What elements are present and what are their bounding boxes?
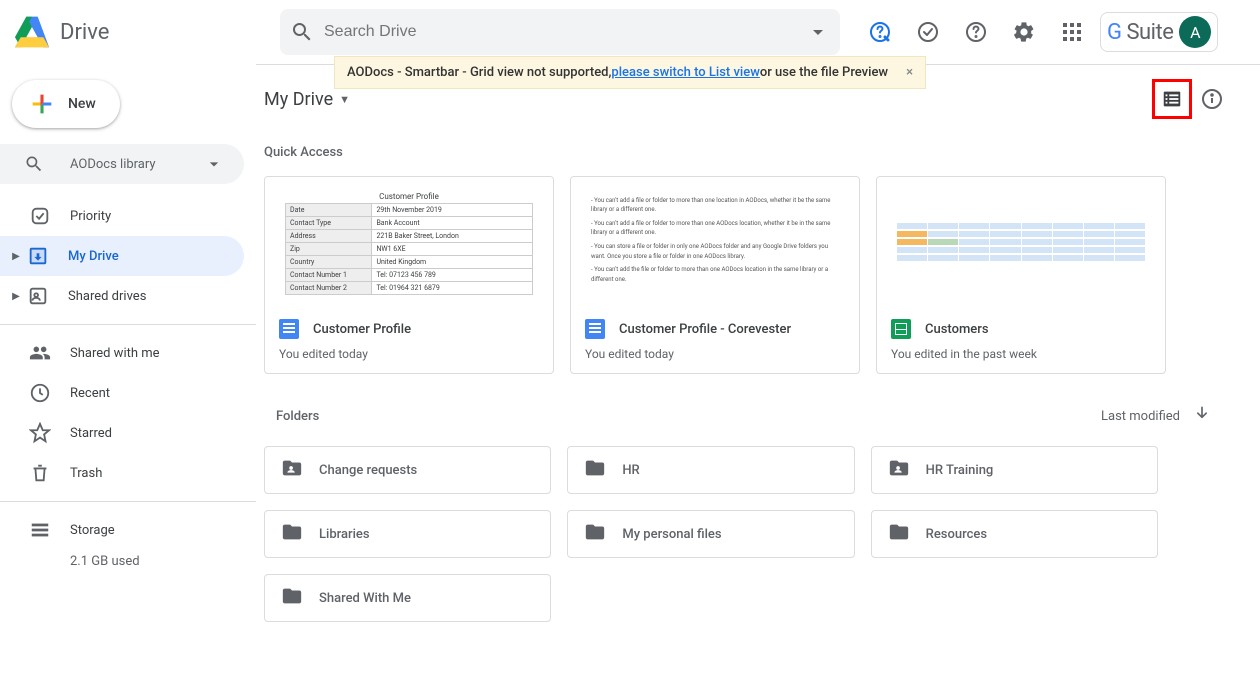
sheets-icon [891,319,911,339]
folder-card[interactable]: HR [567,446,854,494]
sidebar-item-storage[interactable]: Storage [0,510,244,550]
quick-access-card[interactable]: - You can't add a file or folder to more… [570,176,860,374]
trash-icon [28,461,52,485]
folder-icon [584,457,606,483]
folder-card[interactable]: Resources [871,510,1158,558]
storage-icon [28,518,52,542]
thumbnail [877,177,1165,307]
folder-card[interactable]: My personal files [567,510,854,558]
sidebar-item-starred[interactable]: Starred [0,413,244,453]
people-icon [28,341,52,365]
folder-icon [281,521,303,547]
star-icon [28,421,52,445]
folder-name: Shared With Me [319,591,411,606]
quick-access-card[interactable]: Customer ProfileDate29th November 2019Co… [264,176,554,374]
settings-icon[interactable] [1004,12,1044,52]
search-icon [24,154,44,174]
support-icon[interactable] [860,12,900,52]
offline-ready-icon[interactable] [908,12,948,52]
sort-button[interactable]: Last modified [1101,409,1180,424]
sidebar-item-label: Shared drives [68,289,146,304]
folder-icon [281,457,303,483]
folder-name: HR Training [926,463,994,478]
folder-name: HR [622,463,639,478]
new-button[interactable]: New [12,80,120,128]
library-filter[interactable]: AODocs library [0,144,244,184]
logo-text: Drive [60,20,109,45]
folder-name: My personal files [622,527,721,542]
sidebar-item-label: Priority [70,209,111,224]
search-bar[interactable] [280,9,840,55]
sidebar-item-label: Recent [70,386,110,401]
folder-icon [888,457,910,483]
chevron-right-icon[interactable]: ▶ [8,291,24,302]
folder-card[interactable]: Libraries [264,510,551,558]
notice-prefix: AODocs - Smartbar - Grid view not suppor… [347,65,611,80]
clock-icon [28,381,52,405]
search-icon [290,20,314,44]
shareddrives-icon [26,284,50,308]
search-input[interactable] [324,23,806,41]
folder-icon [584,521,606,547]
docs-icon [279,319,299,339]
storage-used: 2.1 GB used [0,554,256,569]
sidebar-item-sharedwithme[interactable]: Shared with me [0,333,244,373]
sidebar-item-mydrive[interactable]: ▶ My Drive [0,236,244,276]
apps-icon[interactable] [1052,12,1092,52]
library-filter-label: AODocs library [70,157,204,172]
mydrive-icon [26,244,50,268]
gsuite-text: G Suite [1107,20,1173,45]
dropdown-icon: ▼ [339,93,350,106]
folder-card[interactable]: Shared With Me [264,574,551,622]
sidebar-item-priority[interactable]: Priority [0,196,244,236]
docs-icon [585,319,605,339]
sidebar-item-label: Storage [70,523,115,538]
quick-access-title: Quick Access [256,133,1244,176]
sidebar-item-recent[interactable]: Recent [0,373,244,413]
file-title: Customers [925,322,989,337]
folder-name: Resources [926,527,987,542]
sidebar-item-label: My Drive [68,249,119,264]
sidebar-item-trash[interactable]: Trash [0,453,244,493]
dropdown-icon[interactable] [204,154,224,174]
file-title: Customer Profile [313,322,411,337]
chevron-right-icon[interactable]: ▶ [8,251,24,262]
list-view-button[interactable] [1152,79,1192,119]
plus-icon [28,90,56,118]
avatar[interactable]: A [1179,16,1211,48]
folder-name: Libraries [319,527,370,542]
help-icon[interactable] [956,12,996,52]
quick-access-card[interactable]: Customers You edited in the past week [876,176,1166,374]
new-button-label: New [68,96,96,112]
breadcrumb-label: My Drive [264,89,333,110]
notice-link[interactable]: please switch to List view [611,65,759,80]
breadcrumb[interactable]: My Drive ▼ [264,89,350,110]
gsuite-badge[interactable]: G Suite A [1100,12,1218,52]
sidebar-item-shareddrives[interactable]: ▶ Shared drives [0,276,244,316]
file-subtitle: You edited today [279,347,539,361]
sidebar-item-label: Trash [70,466,102,481]
drive-logo-icon [12,12,52,52]
folder-icon [888,521,910,547]
file-title: Customer Profile - Corevester [619,322,791,337]
notice-bar: AODocs - Smartbar - Grid view not suppor… [334,56,926,89]
dropdown-icon[interactable] [806,20,830,44]
sidebar-item-label: Starred [70,426,112,441]
logo-area[interactable]: Drive [12,12,280,52]
priority-icon [28,204,52,228]
thumbnail: - You can't add a file or folder to more… [571,177,859,307]
info-icon[interactable] [1192,79,1232,119]
folder-name: Change requests [319,463,417,478]
folders-title: Folders [276,409,319,424]
arrow-down-icon[interactable] [1192,404,1212,428]
notice-suffix: or use the file Preview [760,65,888,80]
sidebar-item-label: Shared with me [70,346,160,361]
close-icon[interactable]: × [906,65,913,80]
folder-card[interactable]: HR Training [871,446,1158,494]
folder-icon [281,585,303,611]
thumbnail: Customer ProfileDate29th November 2019Co… [265,177,553,307]
folder-card[interactable]: Change requests [264,446,551,494]
file-subtitle: You edited today [585,347,845,361]
file-subtitle: You edited in the past week [891,347,1151,361]
